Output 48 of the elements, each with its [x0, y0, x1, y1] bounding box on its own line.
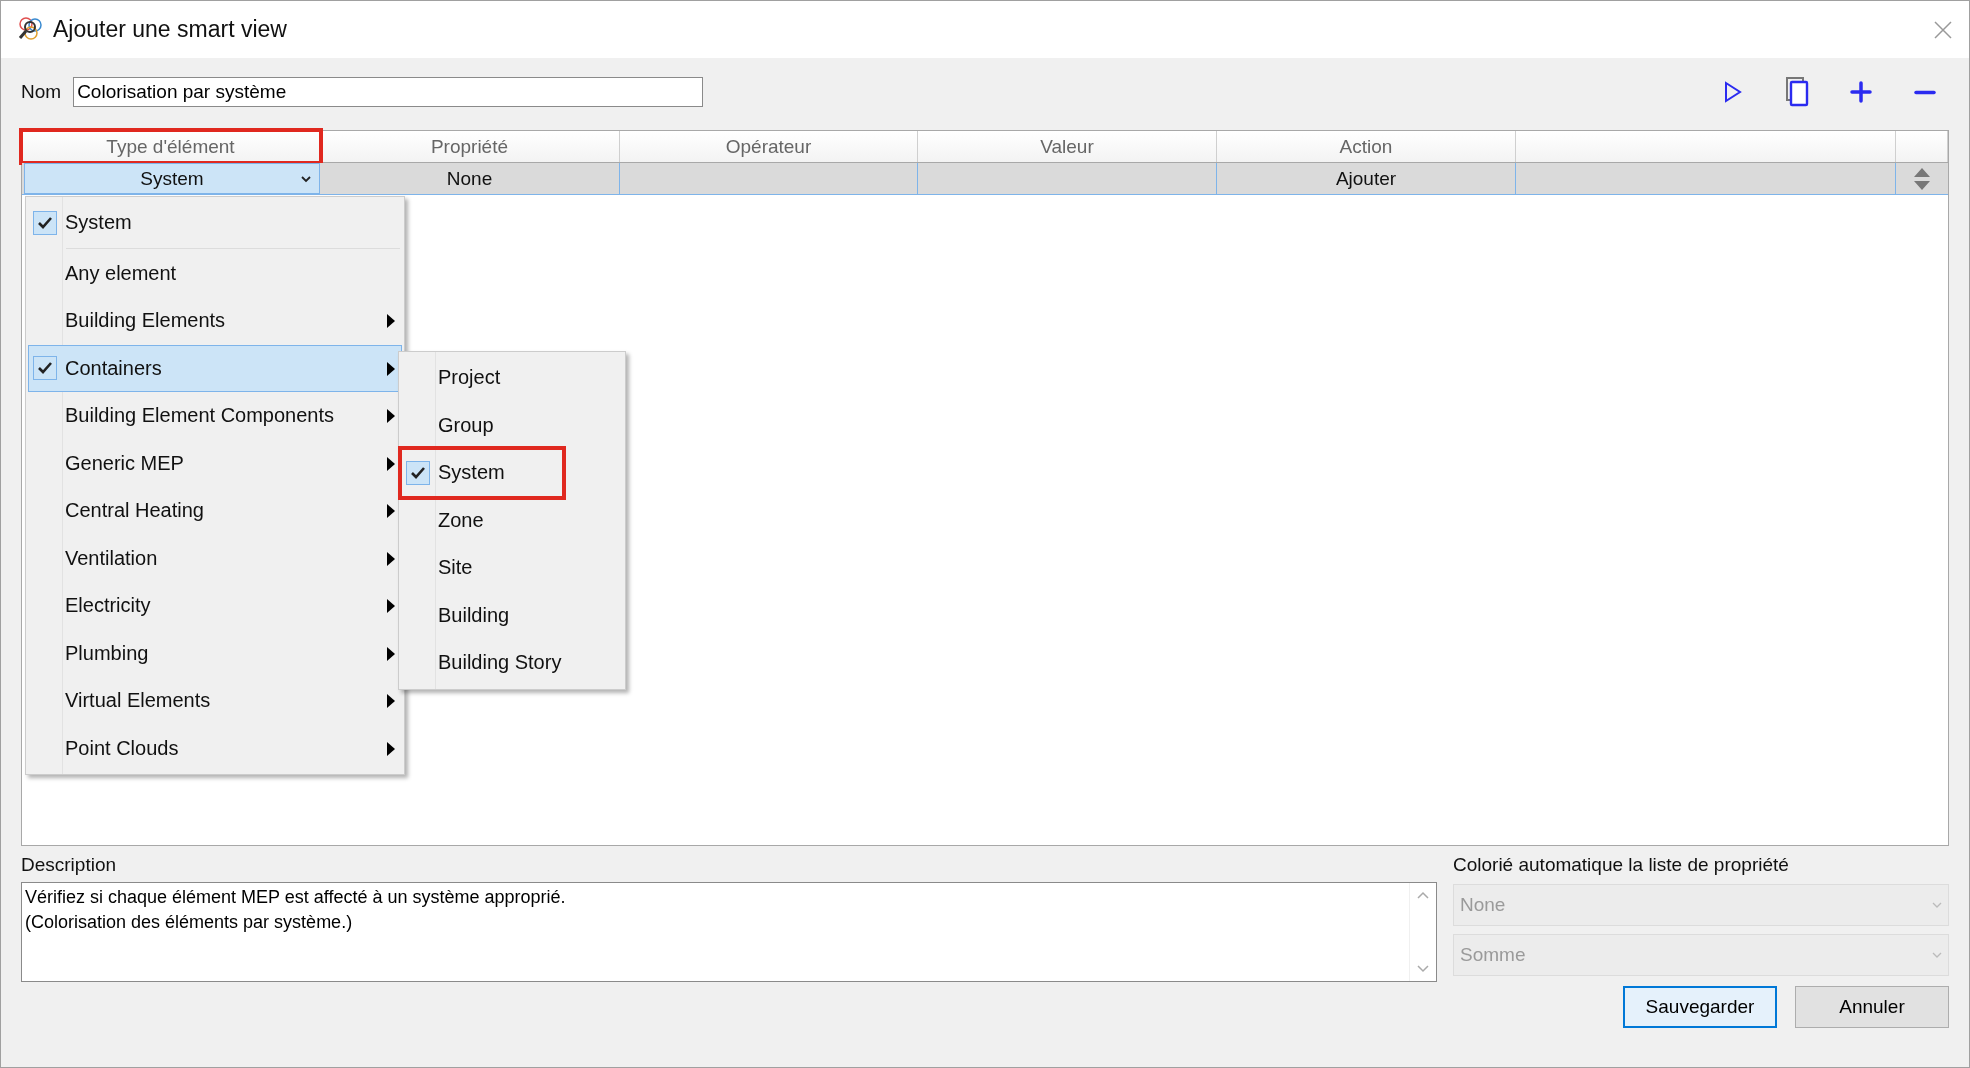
checkmark-icon [38, 216, 52, 229]
name-label: Nom [21, 81, 62, 103]
menu-item[interactable]: Ventilation [28, 534, 402, 582]
menu-item[interactable]: Generic MEP [28, 439, 402, 487]
cancel-button[interactable]: Annuler [1795, 986, 1949, 1028]
copy-icon [1785, 77, 1809, 107]
checkmark-icon [411, 466, 425, 479]
minus-icon [1914, 89, 1936, 95]
menu-item[interactable]: Site [401, 544, 623, 592]
play-icon [1722, 81, 1744, 103]
menu-item[interactable]: Project [401, 354, 623, 402]
table-cell: Ajouter [1217, 163, 1516, 194]
menu-item[interactable]: Any element [28, 249, 402, 297]
column-header[interactable]: Type d'élément [22, 131, 320, 162]
menu-item[interactable]: Electricity [28, 582, 402, 630]
window-title: Ajouter une smart view [53, 16, 288, 43]
plus-icon [1850, 81, 1872, 103]
menu-item[interactable]: Group [401, 401, 623, 449]
menu-item[interactable]: Point Clouds [28, 724, 402, 772]
menu-item[interactable]: Plumbing [28, 629, 402, 677]
caret-icon [1932, 951, 1942, 959]
reorder-icon[interactable] [1912, 166, 1932, 191]
description-line: (Colorisation des éléments par système.) [25, 911, 354, 935]
menu-item[interactable]: System [401, 449, 563, 497]
column-header[interactable]: Opérateur [620, 131, 918, 162]
menu-item[interactable]: Building Story [401, 639, 623, 687]
menu-item[interactable]: System [28, 199, 402, 247]
column-header[interactable]: Action [1217, 131, 1516, 162]
save-button[interactable]: Sauvegarder [1623, 986, 1777, 1028]
close-icon[interactable] [1933, 19, 1953, 40]
column-header[interactable]: Valeur [918, 131, 1217, 162]
menu-item[interactable]: Zone [401, 496, 623, 544]
checkmark-icon [38, 362, 52, 375]
caret-icon [301, 175, 311, 183]
menu-item[interactable]: Virtual Elements [28, 677, 402, 725]
name-input[interactable]: Colorisation par système [73, 77, 704, 107]
element-type-dropdown[interactable]: System [24, 163, 320, 194]
menu-item[interactable]: Building Element Components [28, 392, 402, 440]
menu-item[interactable]: Building [401, 591, 623, 639]
description-line: Vérifiez si chaque élément MEP est affecté à un système approprié. [25, 886, 567, 909]
column-header[interactable]: Propriété [320, 131, 620, 162]
table-cell: None [320, 163, 620, 194]
menu-item[interactable]: Building Elements [28, 297, 402, 345]
description-label: Description [21, 854, 118, 876]
menu-item[interactable]: Containers [28, 344, 402, 392]
caret-icon [1932, 901, 1942, 909]
auto-color-label: Colorié automatique la liste de propriété [1453, 854, 1790, 876]
menu-item[interactable]: Central Heating [28, 487, 402, 535]
